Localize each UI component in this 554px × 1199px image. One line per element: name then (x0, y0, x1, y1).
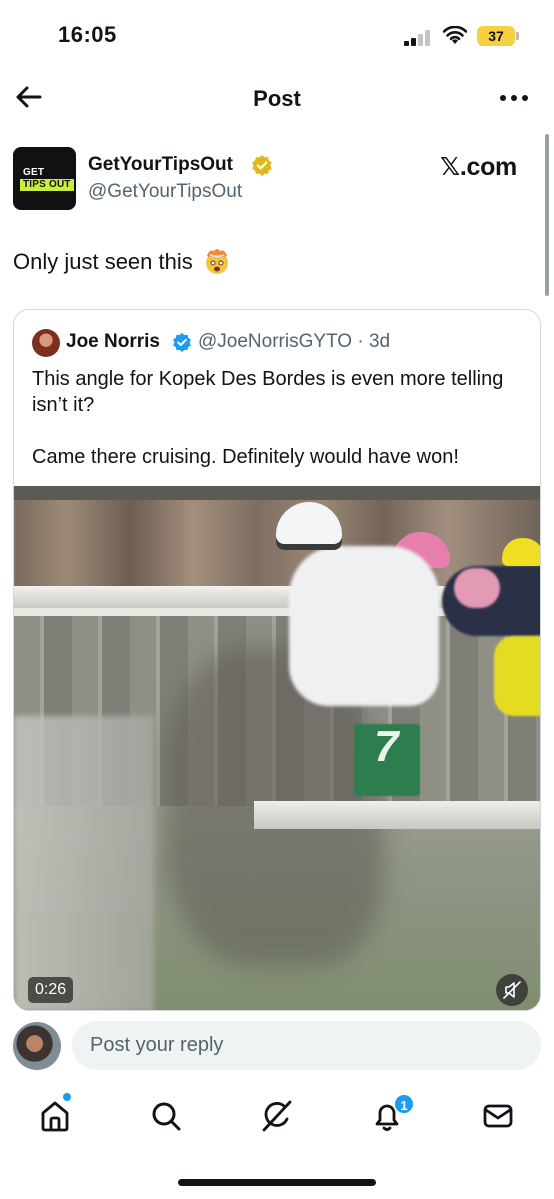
scroll-indicator[interactable] (545, 134, 549, 296)
page-title: Post (253, 86, 301, 111)
author-name[interactable]: GetYourTipsOut (88, 154, 233, 176)
search-icon[interactable] (146, 1096, 186, 1136)
video-rail-lower (254, 801, 540, 829)
more-horizontal-icon[interactable] (496, 84, 532, 112)
video-duration: 0:26 (28, 977, 74, 1003)
video-post-blur (14, 716, 154, 1010)
verified-gold-icon[interactable] (251, 154, 273, 176)
battery-tip (516, 32, 519, 40)
video-jockey-1 (289, 546, 439, 706)
quoted-post-text: This angle for Kopek Des Bordes is even … (32, 368, 504, 468)
quoted-post-card[interactable]: Joe Norris @JoeNorrisGYTO · 3d This angl… (13, 309, 541, 1011)
video-saddle-number: 7 (374, 722, 399, 771)
video-jockey-3-helmet (502, 538, 540, 566)
reply-bar: Post your reply (0, 1011, 554, 1081)
status-time: 16:05 (58, 22, 117, 47)
status-bar: 16:05 37 (0, 0, 554, 72)
exploding-head-emoji (205, 249, 228, 274)
post-body: Only just seen this (13, 249, 193, 274)
avatar-logo-line2: TIPS OUT (20, 179, 74, 191)
battery-icon: 37 (477, 26, 515, 46)
verified-blue-icon (173, 332, 191, 352)
quoted-author-avatar[interactable] (32, 329, 60, 357)
messages-icon[interactable] (478, 1096, 518, 1136)
home-icon[interactable] (35, 1096, 75, 1136)
user-avatar[interactable] (13, 1022, 61, 1070)
volume-muted-icon[interactable] (496, 974, 528, 1006)
wifi-icon (443, 26, 467, 44)
reply-placeholder: Post your reply (90, 1034, 224, 1056)
home-indicator[interactable] (178, 1179, 376, 1186)
video-jockey-2-sleeve (454, 568, 500, 608)
quoted-author-handle: @JoeNorrisGYTO · 3d (198, 331, 391, 352)
video-player[interactable]: 7 0:26 (14, 486, 540, 1010)
home-unread-dot (63, 1093, 71, 1101)
post-text: Only just seen this (13, 247, 231, 275)
video-roof (14, 486, 540, 500)
signal-icon (404, 30, 432, 46)
grok-icon[interactable] (257, 1096, 297, 1136)
author-handle[interactable]: @GetYourTipsOut (88, 181, 242, 203)
reply-input[interactable]: Post your reply (72, 1021, 541, 1070)
quoted-author-name[interactable]: Joe Norris (66, 331, 160, 353)
video-jockey-3 (494, 636, 540, 716)
top-header: Post (0, 72, 554, 128)
notifications-badge: 1 (393, 1093, 415, 1115)
bottom-nav (0, 1082, 554, 1152)
x-logo-label: 𝕏.com (440, 153, 517, 181)
author-avatar[interactable]: GET YOUR TIPS OUT (13, 147, 76, 210)
